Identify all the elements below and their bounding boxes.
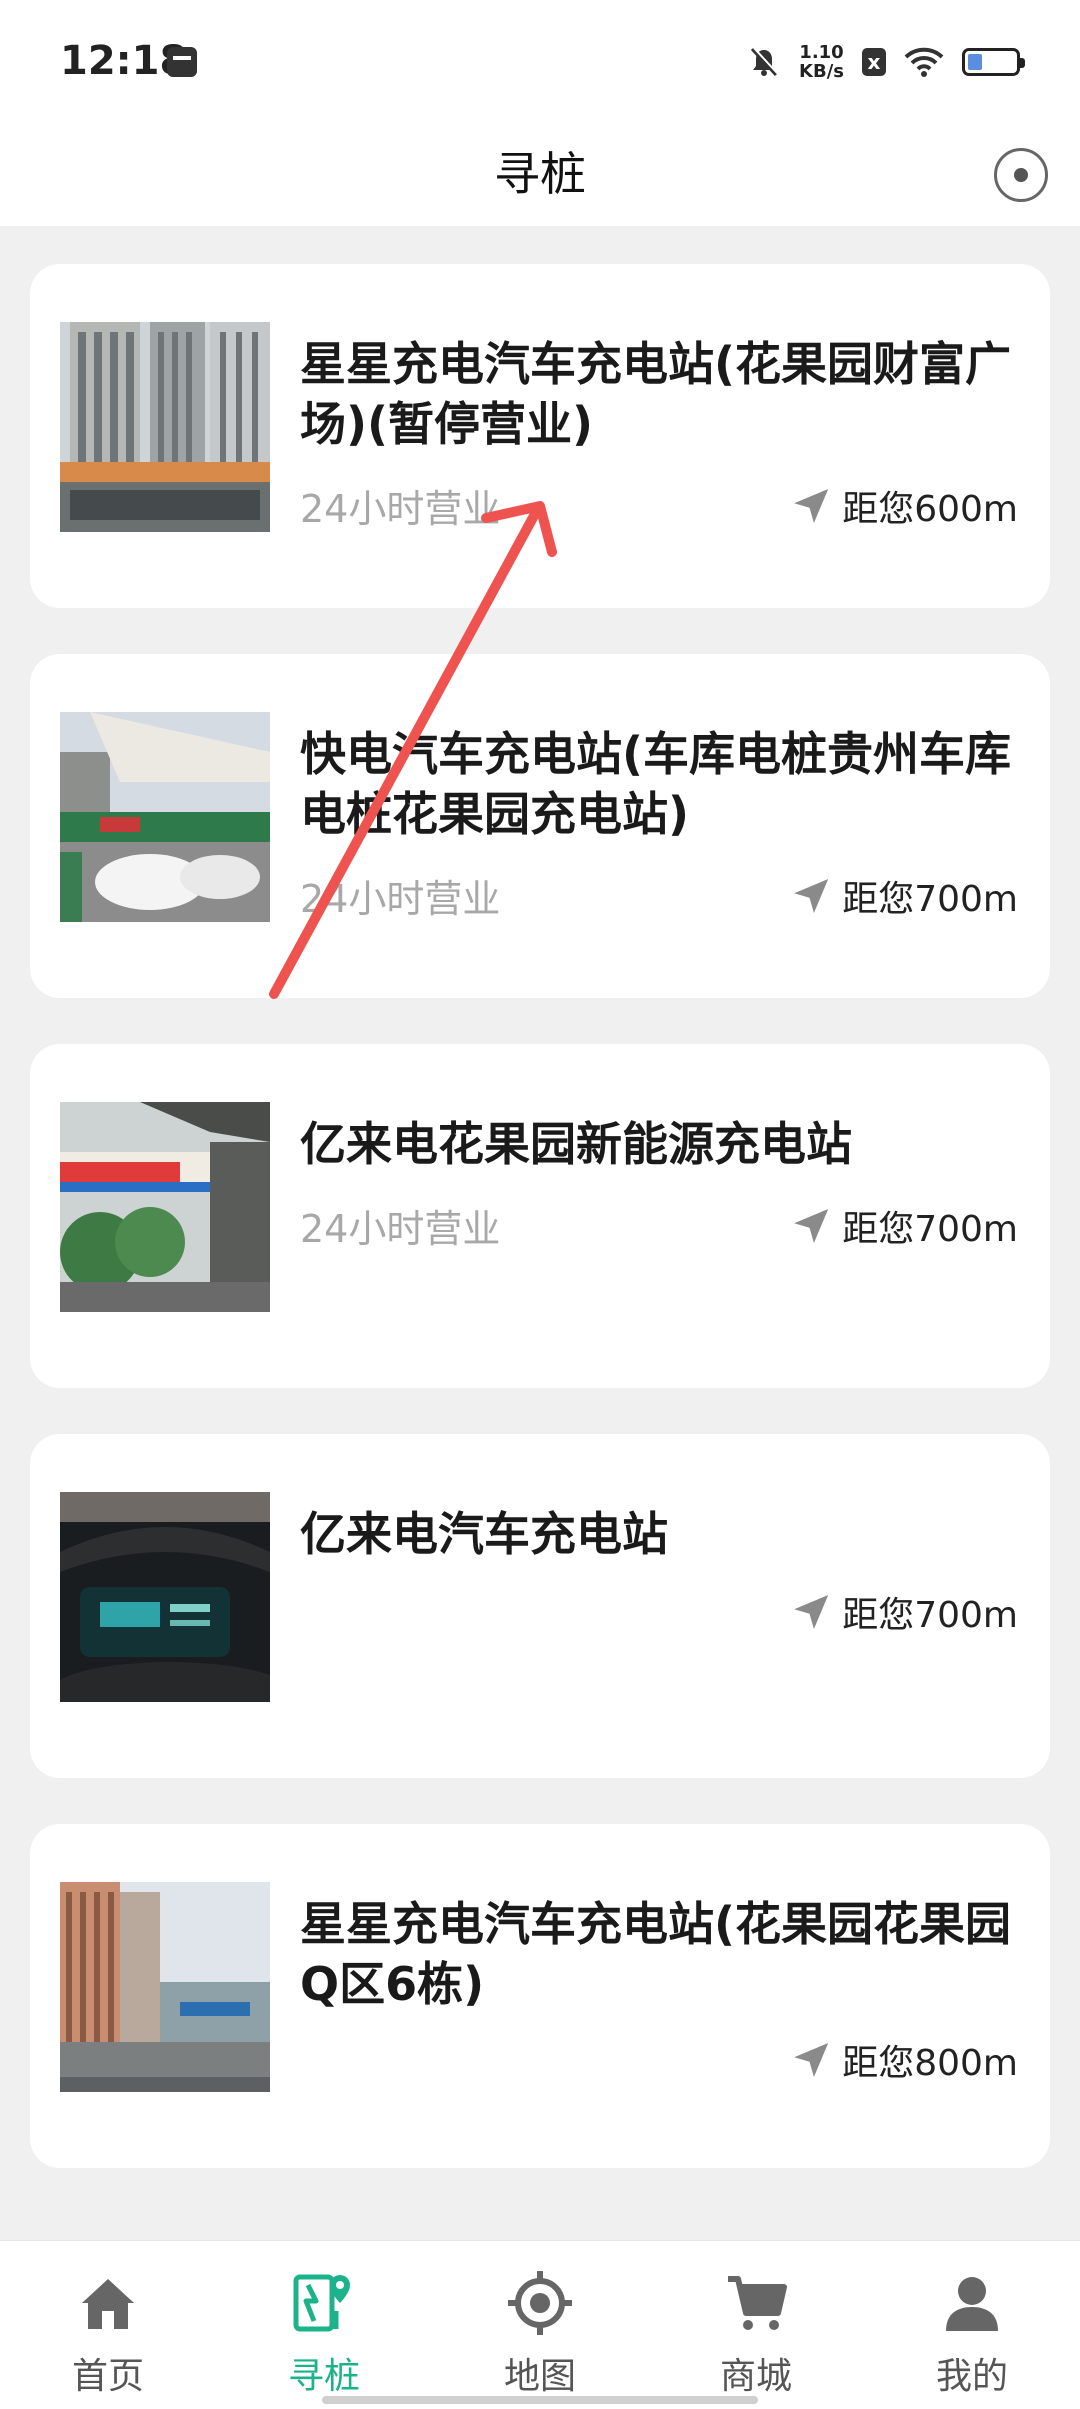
station-distance-label: 距您700m — [842, 1209, 1018, 1250]
station-thumbnail — [60, 1492, 270, 1702]
tab-map-label: 地图 — [503, 2356, 576, 2397]
cart-icon — [724, 2271, 788, 2335]
tab-find-pile-label: 寻桩 — [287, 2356, 360, 2397]
tab-mine[interactable]: 我的 — [892, 2271, 1052, 2399]
station-distance-label: 距您700m — [842, 879, 1018, 920]
navigation-arrow-icon — [794, 489, 829, 523]
station-thumbnail — [60, 1882, 270, 2092]
charging-pile-icon — [292, 2271, 356, 2335]
status-bar: 12:18 1.10 KB/s x — [0, 0, 1080, 120]
wifi-icon — [904, 47, 944, 77]
station-distance-label: 距您600m — [842, 489, 1018, 530]
station-distance: 距您700m — [794, 870, 1018, 922]
page-header: 寻桩 — [0, 120, 1080, 226]
navigation-arrow-icon — [794, 1595, 829, 1629]
page-title: 寻桩 — [494, 147, 586, 201]
station-name: 快电汽车充电站(车库电桩贵州车库电桩花果园充电站) — [300, 727, 1012, 841]
tab-home-label: 首页 — [71, 2356, 144, 2397]
station-hours: 24小时营业 — [300, 487, 501, 531]
tab-mine-label: 我的 — [935, 2356, 1008, 2397]
navigation-arrow-icon — [794, 2043, 829, 2077]
station-card[interactable]: 快电汽车充电站(车库电桩贵州车库电桩花果园充电站) 24小时营业 距您700m — [30, 654, 1050, 998]
home-indicator[interactable] — [322, 2396, 758, 2404]
calendar-notification-icon — [167, 47, 197, 77]
station-name: 亿来电汽车充电站 — [300, 1507, 668, 1561]
station-thumbnail — [60, 1102, 270, 1312]
battery-level — [968, 54, 982, 70]
home-icon — [76, 2271, 140, 2335]
mute-icon — [750, 47, 779, 77]
station-hours: 24小时营业 — [300, 877, 501, 921]
status-icons: 1.10 KB/s x — [747, 40, 1025, 84]
station-card[interactable]: 星星充电汽车充电站(花果园花果园Q区6栋) 距您800m — [30, 1824, 1050, 2168]
tab-map[interactable]: 地图 — [460, 2271, 620, 2399]
locate-icon[interactable] — [994, 148, 1048, 202]
tab-find-pile[interactable]: 寻桩 — [244, 2271, 404, 2399]
no-sim-icon: x — [862, 48, 886, 76]
navigation-arrow-icon — [794, 1209, 829, 1243]
station-name: 星星充电汽车充电站(花果园花果园Q区6栋) — [300, 1897, 1012, 2011]
tab-mall[interactable]: 商城 — [676, 2271, 836, 2399]
tab-mall-label: 商城 — [719, 2356, 792, 2397]
station-distance: 距您700m — [794, 1586, 1018, 1638]
station-thumbnail — [60, 322, 270, 532]
battery-icon — [962, 48, 1025, 76]
station-card[interactable]: 亿来电汽车充电站 距您700m — [30, 1434, 1050, 1778]
station-hours: 24小时营业 — [300, 1207, 501, 1251]
bottom-tab-bar: 首页 寻桩 地图 商城 我的 — [0, 2240, 1080, 2409]
map-target-icon — [508, 2271, 572, 2335]
network-speed-value: 1.10 — [799, 42, 844, 63]
station-distance: 距您700m — [794, 1200, 1018, 1252]
station-distance: 距您600m — [794, 480, 1018, 532]
navigation-arrow-icon — [794, 879, 829, 913]
user-icon — [940, 2271, 1004, 2335]
network-speed: 1.10 KB/s — [799, 43, 844, 81]
station-name: 星星充电汽车充电站(花果园财富广场)(暂停营业) — [300, 337, 1012, 451]
network-speed-unit: KB/s — [799, 61, 844, 82]
tab-home[interactable]: 首页 — [28, 2271, 188, 2399]
station-distance-label: 距您800m — [842, 2043, 1018, 2084]
station-distance-label: 距您700m — [842, 1595, 1018, 1636]
station-distance: 距您800m — [794, 2034, 1018, 2086]
station-name: 亿来电花果园新能源充电站 — [300, 1117, 852, 1171]
station-thumbnail — [60, 712, 270, 922]
station-card[interactable]: 亿来电花果园新能源充电站 24小时营业 距您700m — [30, 1044, 1050, 1388]
station-card[interactable]: 星星充电汽车充电站(花果园财富广场)(暂停营业) 24小时营业 距您600m — [30, 264, 1050, 608]
